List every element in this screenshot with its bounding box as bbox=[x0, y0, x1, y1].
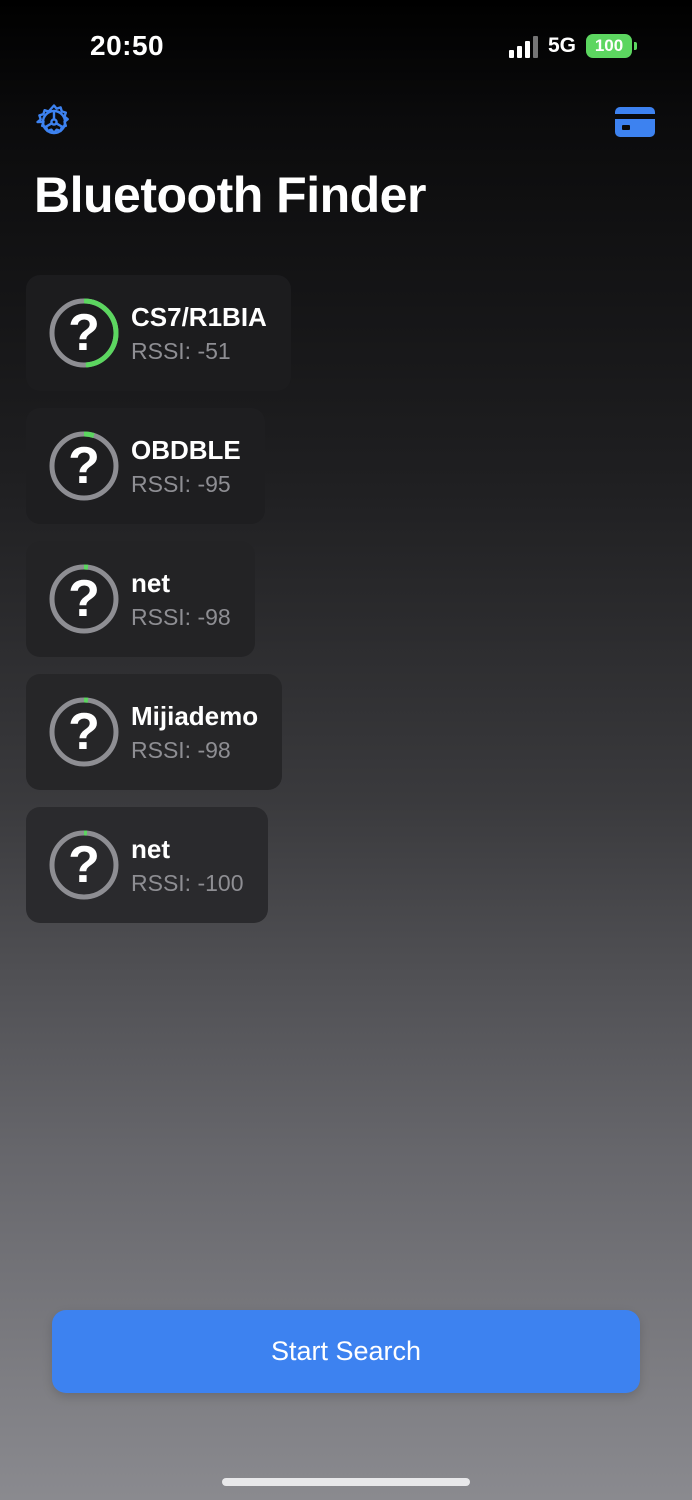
device-rssi: RSSI: -98 bbox=[131, 736, 231, 763]
device-card[interactable]: ? net RSSI: -100 bbox=[26, 807, 268, 923]
device-card[interactable]: ? CS7/R1BIA RSSI: -51 bbox=[26, 275, 291, 391]
start-search-button[interactable]: Start Search bbox=[52, 1310, 640, 1393]
question-mark-icon: ? bbox=[68, 437, 100, 495]
device-rssi: RSSI: -51 bbox=[131, 337, 231, 364]
device-info: OBDBLE RSSI: -95 bbox=[131, 435, 241, 498]
signal-strength-ring: ? bbox=[47, 429, 121, 503]
question-mark-icon: ? bbox=[68, 304, 100, 362]
device-name: net bbox=[131, 833, 170, 864]
question-mark-icon: ? bbox=[68, 570, 100, 628]
signal-strength-ring: ? bbox=[47, 828, 121, 902]
device-card[interactable]: ? OBDBLE RSSI: -95 bbox=[26, 408, 265, 524]
device-info: CS7/R1BIA RSSI: -51 bbox=[131, 302, 267, 365]
device-name: CS7/R1BIA bbox=[131, 301, 267, 332]
settings-button[interactable] bbox=[34, 102, 74, 142]
home-indicator bbox=[222, 1478, 470, 1486]
network-type: 5G bbox=[547, 34, 576, 57]
device-name: Mijiademo bbox=[131, 700, 259, 731]
question-mark-icon: ? bbox=[68, 703, 100, 761]
signal-strength-ring: ? bbox=[47, 695, 121, 769]
device-name: OBDBLE bbox=[131, 434, 241, 465]
device-rssi: RSSI: -100 bbox=[131, 869, 244, 896]
device-card[interactable]: ? Mijiademo RSSI: -98 bbox=[26, 674, 283, 790]
status-indicators: 5G 100 bbox=[508, 34, 637, 58]
battery-level: 100 bbox=[594, 36, 624, 55]
device-info: net RSSI: -100 bbox=[131, 834, 244, 897]
page-title: Bluetooth Finder bbox=[34, 167, 426, 223]
cellular-signal-icon bbox=[508, 34, 538, 58]
gear-icon bbox=[36, 104, 69, 135]
subscription-button[interactable] bbox=[614, 106, 656, 138]
device-rssi: RSSI: -95 bbox=[131, 470, 231, 497]
battery-icon: 100 bbox=[586, 34, 637, 58]
device-list: ? CS7/R1BIA RSSI: -51? OBDBLE RSSI: -95? net R… bbox=[26, 275, 291, 923]
credit-card-icon bbox=[615, 107, 655, 137]
device-rssi: RSSI: -98 bbox=[131, 603, 231, 630]
question-mark-icon: ? bbox=[68, 836, 100, 894]
device-name: net bbox=[131, 567, 170, 598]
status-bar: 20:50 5G 100 bbox=[0, 0, 692, 90]
signal-strength-ring: ? bbox=[47, 296, 121, 370]
signal-strength-ring: ? bbox=[47, 562, 121, 636]
device-info: net RSSI: -98 bbox=[131, 568, 231, 631]
status-time: 20:50 bbox=[90, 30, 165, 61]
device-info: Mijiademo RSSI: -98 bbox=[131, 701, 258, 764]
device-card[interactable]: ? net RSSI: -98 bbox=[26, 541, 255, 657]
